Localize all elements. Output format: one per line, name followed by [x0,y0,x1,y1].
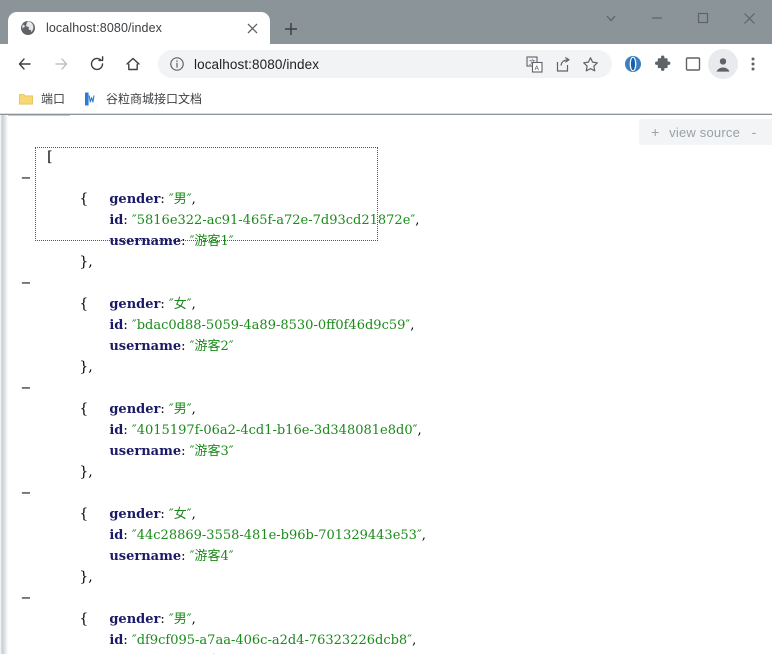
json-property-username: username: ″游客3″ [109,444,234,459]
opera-circle-icon[interactable] [618,49,648,79]
json-object-entry[interactable]: − { gender: ″男″, id: ″df9cf095-a7aa-406c… [8,567,772,654]
json-property-username: username: ″游客1″ [109,234,234,249]
side-panel-icon[interactable] [678,49,708,79]
json-property-username: username: ″游客5″ [8,630,772,651]
json-object-entry[interactable]: − { gender: ″男″, id: ″4015197f-06a2-4cd1… [8,357,772,480]
translate-icon[interactable]: 文 A [520,50,548,78]
svg-text:A: A [534,64,539,72]
json-object-close-line: }, [79,254,93,270]
maximize-button[interactable] [680,0,726,36]
globe-icon [20,20,36,36]
json-object-entry[interactable]: − { gender: ″女″, id: ″44c28869-3558-481e… [8,462,772,585]
close-button[interactable] [726,0,772,36]
json-object-open-line: − { [8,252,772,312]
json-property-gender: gender: ″女″, [109,297,196,312]
tab-strip: localhost:8080/index [0,0,772,44]
browser-window: localhost:8080/index localhost:8080/inde… [0,0,772,654]
json-property-username: username: ″游客4″ [109,549,234,564]
page-content: + view source - [ − { gender: ″男″, id: ″… [0,115,772,654]
json-property-id: id: ″bdac0d88-5059-4a89-8530-0ff0f46d9c5… [109,318,415,333]
bookmark-star-icon[interactable] [576,50,604,78]
json-property-gender: gender: ″男″, [109,612,196,627]
tab-search-button[interactable] [588,0,634,36]
json-object-entry[interactable]: − { gender: ″女″, id: ″bdac0d88-5059-4a89… [8,252,772,375]
json-object-open-line: − { [8,357,772,417]
omnibox-actions: 文 A [520,50,604,78]
forward-button[interactable] [46,49,76,79]
json-property-id: id: ″5816e322-ac91-465f-a72e-7d93cd21872… [109,213,420,228]
new-tab-button[interactable] [278,16,304,42]
json-property-id: id: ″4015197f-06a2-4cd1-b16e-3d348081e8d… [109,423,422,438]
browser-tab[interactable]: localhost:8080/index [8,12,270,44]
json-object-open-line: − { [8,462,772,522]
json-object-entry[interactable]: − { gender: ″男″, id: ″5816e322-ac91-465f… [8,147,772,270]
bookmark-item-doc[interactable]: 谷粒商城接口文档 [77,87,208,111]
url-text: localhost:8080/index [194,56,320,72]
json-property-gender: gender: ″男″, [109,192,196,207]
bookmark-item-folder[interactable]: 端口 [12,87,71,111]
share-icon[interactable] [548,50,576,78]
reload-button[interactable] [82,49,112,79]
bookmark-label: 谷粒商城接口文档 [106,92,203,106]
more-menu-icon[interactable] [738,49,768,79]
json-array-open: [ [47,149,53,165]
back-button[interactable] [10,49,40,79]
json-object-close-line: }, [79,359,93,375]
json-property-gender: gender: ″男″, [109,402,196,417]
json-property-id: id: ″df9cf095-a7aa-406c-a2d4-76323226dcb… [109,633,417,648]
address-bar[interactable]: localhost:8080/index 文 A [158,50,612,78]
extensions-puzzle-icon[interactable] [648,49,678,79]
json-object-open-line: − { [8,147,772,207]
viewport-edge-strip [0,115,8,654]
toolbar-actions [618,49,772,79]
home-button[interactable] [118,49,148,79]
info-circle-icon[interactable] [168,55,186,73]
close-icon[interactable] [242,18,262,38]
json-property-gender: gender: ″女″, [109,507,196,522]
profile-avatar[interactable] [708,49,738,79]
folder-icon [18,91,34,107]
word-doc-icon [83,91,99,107]
bookmark-label: 端口 [41,92,66,106]
window-controls [588,0,772,36]
json-property-username: username: ″游客2″ [109,339,234,354]
bookmarks-bar: 端口 谷粒商城接口文档 [0,84,772,114]
json-viewer-tree: [ − { gender: ″男″, id: ″5816e322-ac91-46… [8,115,772,654]
json-object-close-line: }, [79,569,93,585]
browser-toolbar: localhost:8080/index 文 A [0,44,772,84]
json-object-open-line: − { [8,567,772,627]
json-property-id: id: ″44c28869-3558-481e-b96b-701329443e5… [109,528,426,543]
minimize-button[interactable] [634,0,680,36]
json-object-close-line: }, [79,464,93,480]
tab-title: localhost:8080/index [46,21,162,35]
